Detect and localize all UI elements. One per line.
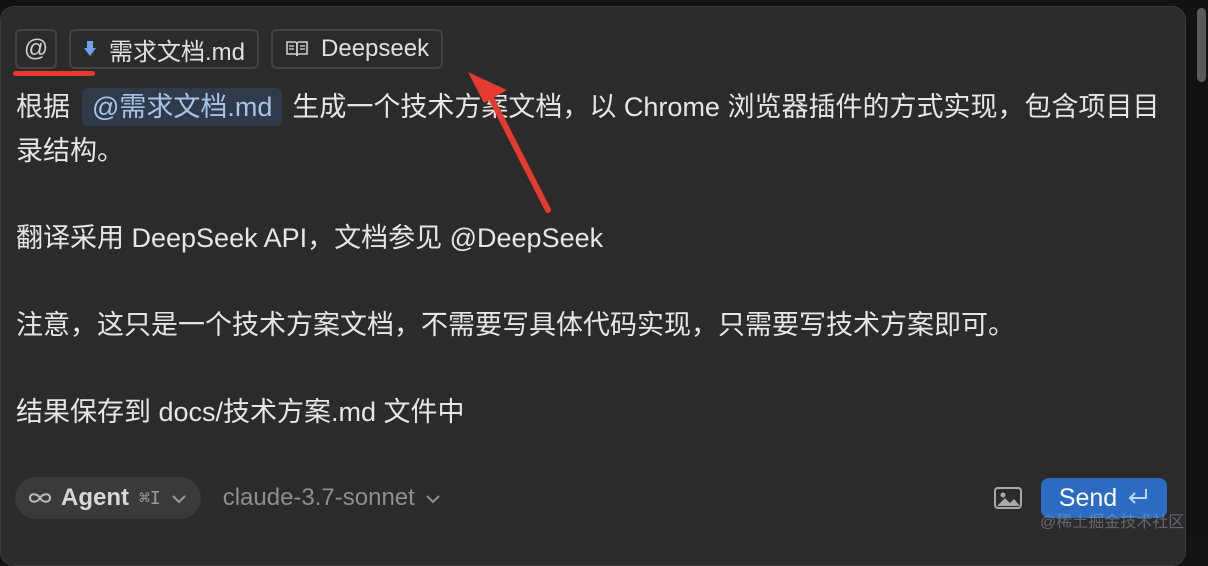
message-input[interactable]: 根据 @需求文档.md 生成一个技术方案文档，以 Chrome 浏览器插件的方式实现… [16, 85, 1176, 477]
message-paragraph-1: 根据 @需求文档.md 生成一个技术方案文档，以 Chrome 浏览器插件的方式实现… [16, 85, 1176, 173]
file-mention[interactable]: @需求文档.md [82, 88, 283, 126]
chevron-down-icon [425, 488, 441, 509]
download-arrow-icon [83, 40, 97, 58]
context-chip-file[interactable]: 需求文档.md [69, 29, 260, 69]
context-chip-docs-label: Deepseek [321, 35, 430, 62]
image-icon[interactable] [993, 485, 1023, 511]
context-chip-docs[interactable]: Deepseek [271, 29, 444, 69]
message-paragraph-3: 注意，这只是一个技术方案文档，不需要写具体代码实现，只需要写技术方案即可。 [16, 310, 1015, 340]
agent-label: Agent [61, 484, 129, 511]
agent-shortcut: ⌘I [139, 487, 161, 509]
agent-mode-selector[interactable]: Agent ⌘I [15, 477, 201, 519]
annotation-underline [13, 71, 95, 76]
context-chips: @ 需求文档.md Deepseek [15, 28, 444, 70]
composer-toolbar: Agent ⌘I claude-3.7-sonnet Send [15, 476, 1168, 520]
model-name: claude-3.7-sonnet [222, 484, 415, 511]
chevron-down-icon [171, 488, 187, 509]
infinity-icon [27, 484, 53, 512]
app-frame: @ 需求文档.md Deepseek 根据 @需求文档.md 生成一个技术方案文… [0, 0, 1208, 566]
add-context-button[interactable]: @ [15, 29, 57, 69]
message-paragraph-2: 翻译采用 DeepSeek API，文档参见 @DeepSeek [16, 223, 604, 253]
at-symbol: @ [23, 35, 49, 62]
scrollbar[interactable] [1197, 8, 1206, 82]
watermark: @稀土掘金技术社区 [1040, 514, 1185, 531]
message-text: 根据 [16, 92, 70, 122]
model-selector[interactable]: claude-3.7-sonnet [223, 484, 441, 512]
message-paragraph-4: 结果保存到 docs/技术方案.md 文件中 [16, 397, 465, 427]
context-chip-file-label: 需求文档.md [109, 38, 246, 66]
book-icon [285, 39, 309, 59]
